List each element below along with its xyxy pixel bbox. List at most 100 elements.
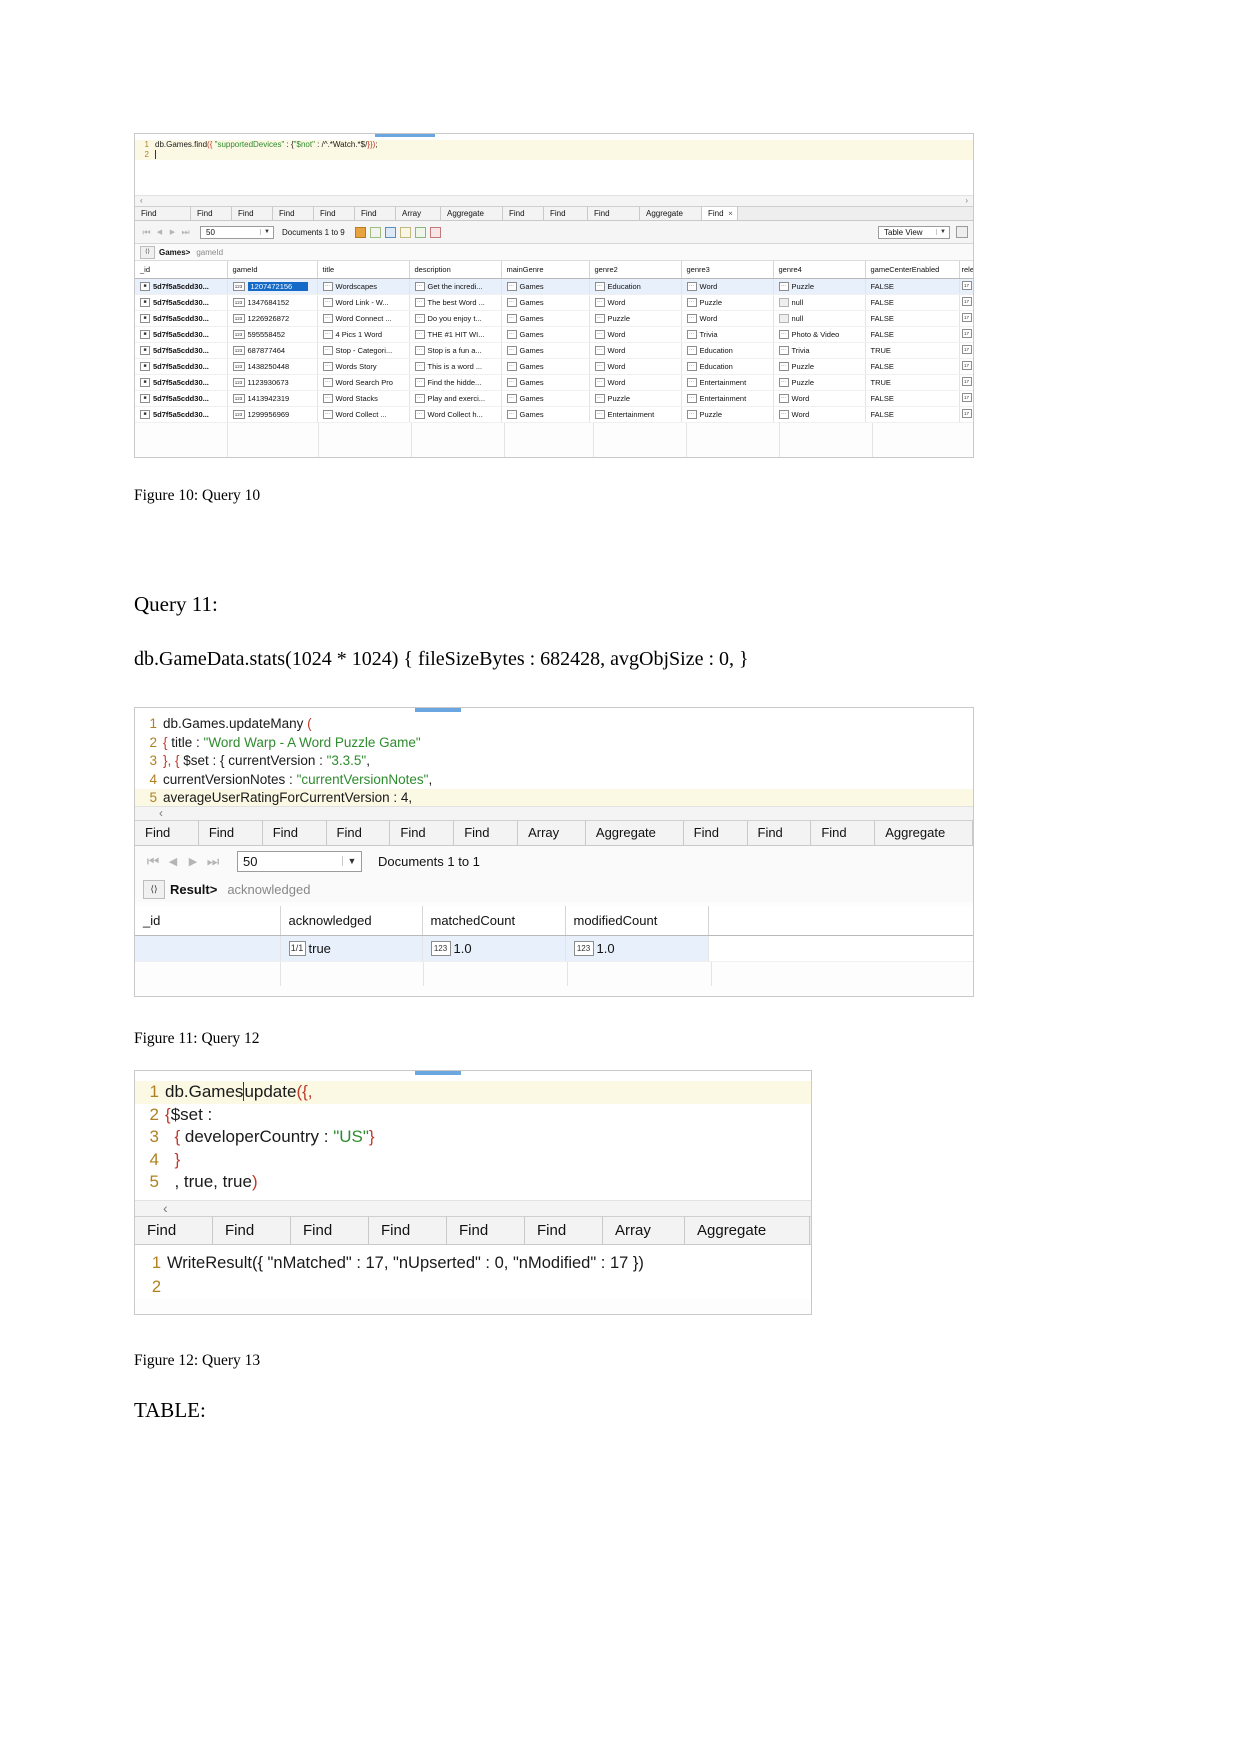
export-icon[interactable] — [369, 226, 381, 238]
col-genre4[interactable]: genre4 — [773, 261, 866, 279]
cell-title[interactable]: ⋯ Word Stacks — [317, 390, 410, 407]
tab-find-2[interactable]: Find — [198, 821, 263, 845]
cell-gameId[interactable]: 123 1438250448 — [227, 358, 318, 375]
cell-description[interactable]: ⋯ THE #1 HIT WI... — [409, 326, 502, 343]
tab-find-8[interactable]: Find — [544, 207, 588, 220]
tab-array-1[interactable]: Array — [396, 207, 441, 220]
cell-_id[interactable]: ■ 5d7f5a5cdd30... — [135, 342, 228, 359]
tab-find-active[interactable]: Find ✕ — [702, 207, 738, 220]
tab-find-9[interactable]: Find — [811, 821, 876, 845]
cell-gameCenterEnabled[interactable]: FALSE — [865, 326, 960, 343]
col-releaseDate[interactable]: relea — [959, 261, 973, 279]
table-row[interactable]: ■ 5d7f5a5cdd30... 123 1123930673 ⋯ Word Sea… — [135, 374, 973, 391]
cell-mainGenre[interactable]: ⋯ Games — [501, 310, 590, 327]
code-line[interactable]: 3 { developerCountry : "US"} — [135, 1126, 811, 1149]
cell-_id[interactable]: ■ 5d7f5a5cdd30... — [135, 406, 228, 423]
cell-genre4[interactable]: ⋯ Photo & Video — [773, 326, 866, 343]
prev-page-button[interactable]: ◀ — [163, 855, 183, 868]
cell-matchedCount[interactable]: 123 1.0 — [422, 935, 566, 962]
cell-genre2[interactable]: ⋯ Word — [589, 294, 682, 311]
table-row[interactable]: ■ 5d7f5a5cdd30... 123 1413942319 ⋯ Word Sta… — [135, 390, 973, 407]
editor-hscroll[interactable]: ‹ — [135, 806, 973, 820]
scroll-left-icon[interactable]: ‹ — [163, 1197, 168, 1216]
cell-title[interactable]: ⋯ 4 Pics 1 Word — [317, 326, 410, 343]
cell-genre3[interactable]: ⋯ Education — [681, 358, 774, 375]
cell-_id[interactable]: ■ 5d7f5a5cdd30... — [135, 374, 228, 391]
breadcrumb-root[interactable]: Result> — [170, 882, 217, 897]
breadcrumb-root[interactable]: Games> — [159, 248, 190, 257]
tab-find-4[interactable]: Find — [273, 207, 314, 220]
scroll-left-icon[interactable]: ‹ — [159, 804, 163, 820]
cell-description[interactable]: ⋯ The best Word ... — [409, 294, 502, 311]
code-line[interactable]: 1 db.Games.updateMany ( — [135, 715, 973, 734]
cell-title[interactable]: ⋯ Word Search Pro — [317, 374, 410, 391]
lock-icon[interactable] — [354, 226, 366, 238]
cell-genre2[interactable]: ⋯ Entertainment — [589, 406, 682, 423]
cell-acknowledged[interactable]: 1/1 true — [280, 935, 423, 962]
cell-releaseDate[interactable]: 17 — [959, 374, 973, 391]
tab-aggregate-1[interactable]: Aggregate — [441, 207, 503, 220]
figure11-result-grid[interactable]: _id acknowledged matchedCount modifiedCo… — [135, 906, 973, 986]
tab-aggregate-1[interactable]: Aggregate — [685, 1217, 810, 1244]
tab-find-7[interactable]: Find — [683, 821, 748, 845]
table-row[interactable]: ■ 5d7f5a5cdd30... 123 1347684152 ⋯ Word Lin… — [135, 294, 973, 311]
cell-title[interactable]: ⋯ Wordscapes — [317, 278, 410, 295]
cell-gameCenterEnabled[interactable]: FALSE — [865, 310, 960, 327]
cell-genre2[interactable]: ⋯ Puzzle — [589, 310, 682, 327]
cell-genre2[interactable]: ⋯ Word — [589, 358, 682, 375]
page-size-select[interactable]: 50 ▼ — [237, 850, 362, 872]
tab-aggregate-1[interactable]: Aggregate — [585, 821, 684, 845]
prev-page-button[interactable]: ◀ — [153, 228, 166, 236]
cell-_id[interactable]: ■ 5d7f5a5cdd30... — [135, 326, 228, 343]
cell-genre4[interactable]: ⋯ Puzzle — [773, 374, 866, 391]
col-acknowledged[interactable]: acknowledged — [280, 906, 423, 936]
col-title[interactable]: title — [317, 261, 410, 279]
editor-hscroll[interactable]: ‹ › — [135, 195, 973, 206]
cell-gameId[interactable]: 123 1413942319 — [227, 390, 318, 407]
editor-hscroll[interactable]: ‹ — [135, 1200, 811, 1216]
cell-releaseDate[interactable]: 17 — [959, 294, 973, 311]
tab-find-3[interactable]: Find — [232, 207, 273, 220]
cell-genre2[interactable]: ⋯ Word — [589, 342, 682, 359]
tab-find-1[interactable]: Find — [135, 1217, 213, 1244]
col-_id[interactable]: _id — [135, 261, 228, 279]
cell-title[interactable]: ⋯ Stop - Categori... — [317, 342, 410, 359]
figure10-editor[interactable]: 1 db.Games.find({ "supportedDevices" : {… — [135, 134, 973, 207]
code-line[interactable]: 1 db.Games.find({ "supportedDevices" : {… — [135, 140, 973, 150]
cell-genre4[interactable]: null — [773, 310, 866, 327]
json-icon[interactable] — [384, 226, 396, 238]
breadcrumb-field[interactable]: acknowledged — [227, 882, 310, 897]
cell-genre4[interactable]: ⋯ Word — [773, 390, 866, 407]
cell-gameCenterEnabled[interactable]: TRUE — [865, 342, 960, 359]
cell-mainGenre[interactable]: ⋯ Games — [501, 358, 590, 375]
figure10-result-grid[interactable]: _id gameId title description mainGenre g… — [135, 261, 973, 457]
tab-array-1[interactable]: Array — [603, 1217, 685, 1244]
col-genre3[interactable]: genre3 — [681, 261, 774, 279]
delete-icon[interactable] — [429, 226, 441, 238]
cell-releaseDate[interactable]: 17 — [959, 390, 973, 407]
code-line[interactable]: 1 db.Gamesupdate({, — [135, 1081, 811, 1104]
expand-icon[interactable]: ⟨⟩ — [140, 245, 155, 259]
cell-mainGenre[interactable]: ⋯ Games — [501, 278, 590, 295]
chevron-down-icon[interactable]: ▼ — [260, 229, 273, 235]
code-line[interactable]: 4 } — [135, 1149, 811, 1172]
cell-_id[interactable]: ■ 5d7f5a5cdd30... — [135, 358, 228, 375]
cell-genre4[interactable]: ⋯ Puzzle — [773, 358, 866, 375]
cell-genre2[interactable]: ⋯ Word — [589, 374, 682, 391]
cell-gameId[interactable]: 123 1347684152 — [227, 294, 318, 311]
scroll-left-icon[interactable]: ‹ — [140, 196, 143, 206]
last-page-button[interactable]: ⏭ — [179, 227, 192, 238]
code-line[interactable]: 2 — [135, 150, 973, 160]
cell-gameId[interactable]: 123 1226926872 — [227, 310, 318, 327]
table-row[interactable]: 1/1 true 123 1.0 123 1.0 — [135, 935, 973, 962]
figure11-tabstrip[interactable]: Find Find Find Find Find Find Array Aggr… — [135, 821, 973, 846]
cell-description[interactable]: ⋯ This is a word ... — [409, 358, 502, 375]
cell-gameId[interactable]: 123 687877464 — [227, 342, 318, 359]
col-_id[interactable]: _id — [135, 906, 281, 936]
table-row[interactable]: ■ 5d7f5a5cdd30... 123 1438250448 ⋯ Words St… — [135, 358, 973, 375]
cell-_id[interactable]: ■ 5d7f5a5cdd30... — [135, 310, 228, 327]
cell-gameCenterEnabled[interactable]: FALSE — [865, 390, 960, 407]
settings-icon[interactable] — [956, 226, 968, 238]
figure10-toolbar[interactable]: ⏮ ◀ ▶ ⏭ 50 ▼ Documents 1 to 9 Table View… — [135, 221, 973, 244]
cell-title[interactable]: ⋯ Words Story — [317, 358, 410, 375]
